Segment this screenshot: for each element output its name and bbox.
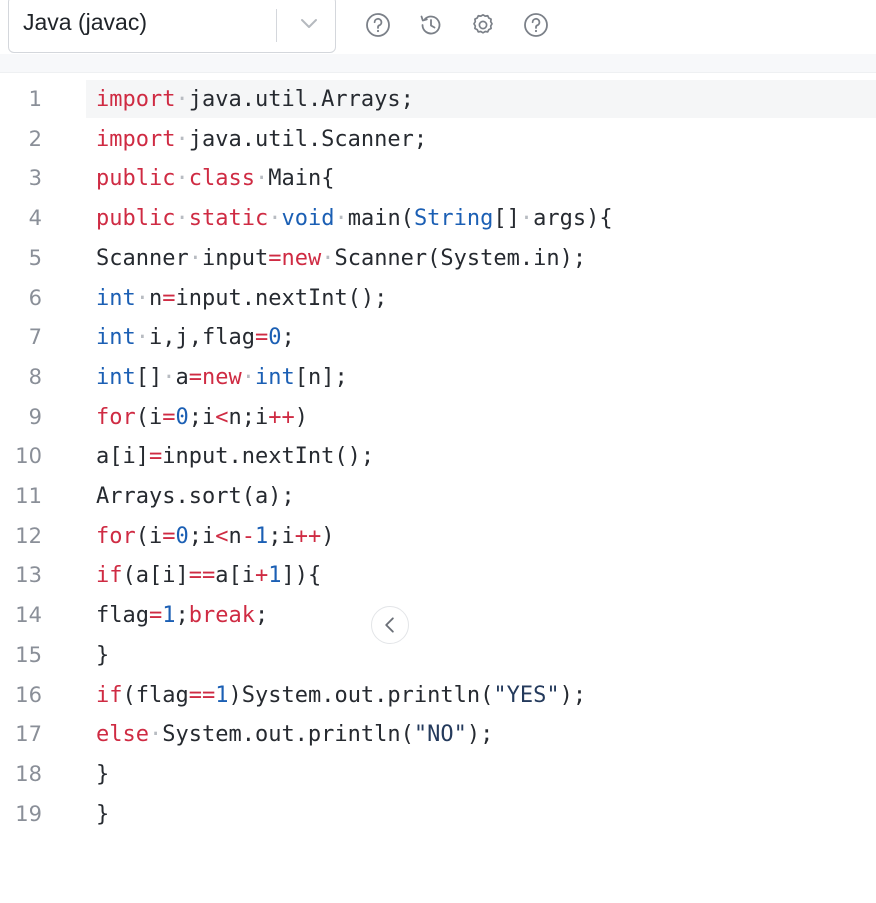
code-line[interactable]: 1 import·java.util.Arrays; bbox=[0, 80, 876, 120]
code-text[interactable]: public·class·Main{ bbox=[96, 159, 334, 199]
code-line[interactable]: 5 Scanner·input=new·Scanner(System.in); bbox=[0, 239, 876, 279]
toolbar-divider bbox=[0, 72, 876, 73]
code-line[interactable]: 9 for(i=0;i<n;i++) bbox=[0, 398, 876, 438]
code-line[interactable]: 19} bbox=[0, 795, 876, 835]
code-text[interactable]: import·java.util.Arrays; bbox=[96, 80, 414, 120]
code-line[interactable]: 8 int[]·a=new·int[n]; bbox=[0, 358, 876, 398]
code-line[interactable]: 2 import·java.util.Scanner; bbox=[0, 120, 876, 160]
code-text[interactable]: Arrays.sort(a); bbox=[96, 477, 295, 517]
toolbar-background-band bbox=[0, 54, 876, 73]
code-text[interactable]: a[i]=input.nextInt(); bbox=[96, 437, 374, 477]
line-number: 7 bbox=[28, 325, 42, 350]
collapse-panel-button[interactable] bbox=[371, 606, 409, 644]
code-line[interactable]: 16 if(flag==1)System.out.println("YES"); bbox=[0, 676, 876, 716]
code-line[interactable]: 7 int·i,j,flag=0; bbox=[0, 318, 876, 358]
code-text[interactable]: if(a[i]==a[i+1]){ bbox=[96, 556, 321, 596]
code-text[interactable]: } bbox=[96, 755, 109, 795]
line-number: 19 bbox=[15, 801, 42, 826]
code-line[interactable]: 11 Arrays.sort(a); bbox=[0, 477, 876, 517]
line-number: 16 bbox=[15, 682, 42, 707]
code-text[interactable]: } bbox=[96, 636, 109, 676]
help-circle-icon[interactable] bbox=[523, 12, 549, 38]
line-number: 3 bbox=[28, 166, 42, 191]
language-select-value: Java (javac) bbox=[23, 9, 147, 35]
line-number: 5 bbox=[28, 245, 42, 270]
code-text[interactable]: int[]·a=new·int[n]; bbox=[96, 358, 348, 398]
help-circle-icon[interactable] bbox=[365, 12, 391, 38]
code-text[interactable]: if(flag==1)System.out.println("YES"); bbox=[96, 676, 586, 716]
code-text[interactable]: Scanner·input=new·Scanner(System.in); bbox=[96, 239, 586, 279]
code-text[interactable]: import·java.util.Scanner; bbox=[96, 120, 427, 160]
code-text[interactable]: for(i=0;i<n-1;i++) bbox=[96, 517, 335, 557]
history-icon[interactable] bbox=[418, 12, 444, 38]
line-number: 9 bbox=[28, 404, 42, 429]
code-text[interactable]: flag=1;break; bbox=[96, 596, 268, 636]
code-text[interactable]: int·i,j,flag=0; bbox=[96, 318, 295, 358]
code-line[interactable]: 18} bbox=[0, 755, 876, 795]
code-line[interactable]: 13 if(a[i]==a[i+1]){ bbox=[0, 556, 876, 596]
code-text[interactable]: public·static·void·main(String[]·args){ bbox=[96, 199, 613, 239]
code-line[interactable]: 12 for(i=0;i<n-1;i++) bbox=[0, 517, 876, 557]
line-number: 18 bbox=[15, 761, 42, 786]
code-text[interactable]: int·n=input.nextInt(); bbox=[96, 279, 387, 319]
code-line[interactable]: 15} bbox=[0, 636, 876, 676]
code-line[interactable]: 4 public·static·void·main(String[]·args){ bbox=[0, 199, 876, 239]
code-line[interactable]: 6 int·n=input.nextInt(); bbox=[0, 279, 876, 319]
code-editor[interactable]: 1 import·java.util.Arrays; 2 import·java.ut… bbox=[0, 80, 876, 903]
line-number: 12 bbox=[15, 523, 42, 548]
code-text[interactable]: else·System.out.println("NO"); bbox=[96, 715, 493, 755]
language-select-divider bbox=[276, 9, 277, 42]
settings-gear-icon[interactable] bbox=[470, 12, 496, 38]
chevron-down-icon[interactable] bbox=[297, 11, 321, 35]
line-number: 15 bbox=[15, 642, 42, 667]
editor-toolbar: Java (javac) bbox=[0, 0, 876, 73]
line-number: 4 bbox=[28, 206, 42, 231]
line-number: 2 bbox=[28, 126, 42, 151]
code-line[interactable]: 14 flag=1;break; bbox=[0, 596, 876, 636]
line-number: 14 bbox=[15, 603, 42, 628]
code-line[interactable]: 10 a[i]=input.nextInt(); bbox=[0, 437, 876, 477]
code-line[interactable]: 3 public·class·Main{ bbox=[0, 159, 876, 199]
code-text[interactable]: } bbox=[96, 795, 109, 835]
line-number: 10 bbox=[15, 444, 42, 469]
language-select[interactable]: Java (javac) bbox=[8, 0, 336, 53]
line-number: 11 bbox=[15, 484, 42, 508]
code-text[interactable]: for(i=0;i<n;i++) bbox=[96, 398, 308, 438]
line-number: 17 bbox=[15, 722, 42, 747]
line-number: 8 bbox=[28, 364, 42, 389]
line-number: 13 bbox=[15, 563, 42, 588]
line-number: 6 bbox=[28, 285, 42, 310]
line-number: 1 bbox=[28, 87, 42, 111]
code-line[interactable]: 17 else·System.out.println("NO"); bbox=[0, 715, 876, 755]
